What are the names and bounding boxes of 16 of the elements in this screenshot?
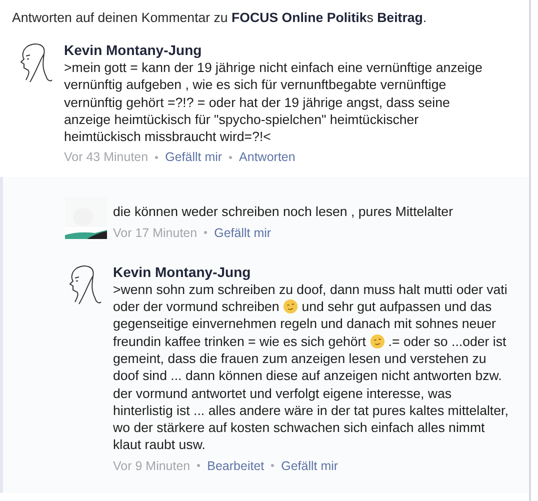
action-link[interactable]: Antworten [239, 150, 296, 164]
timestamp: Vor 43 Minuten [64, 150, 148, 164]
winking-face-icon [370, 334, 385, 349]
action-link[interactable]: Gefällt mir [281, 458, 338, 473]
winking-face-icon [283, 299, 298, 314]
author-name[interactable]: Kevin Montany-Jung [113, 264, 511, 281]
action-link[interactable]: Gefällt mir [214, 226, 272, 240]
action-link[interactable]: Bearbeitet [207, 458, 264, 473]
comment-text: >mein gott = kann der 19 jährige nicht einfach eine vernünftige anzeige vernünftig aufgeben , wie es sich für vernunftbegabte vernünftige vernünftig gehört =?!? = oder hat der 19 jährige angst, dass seine anzeige heimtückisch für "spycho-spielchen" heimtückischer heimtückisch missbraucht wird=?!< [64, 59, 484, 146]
comment-text: die können weder schreiben noch lesen , pures Mittelalter [113, 203, 454, 221]
timestamp: Vor 9 Minuten [113, 458, 190, 473]
author-name[interactable]: Kevin Montany-Jung [64, 42, 489, 59]
timestamp: Vor 17 Minuten [113, 226, 198, 240]
comment-text: >wenn sohn zum schreiben zu doof, dann muss halt mutti oder vati oder der vormund schreiben und sehr gut aufpassen und das gegenseitige einvernehmen regeln und danach mit sohnes neuer freundin kaffee trinken = wie es sich gehört .= oder so ...oder ist gemeint, dass die frauen zum anzeigen lesen und verstehen zu doof sind ... dann können diese auf anzeigen nicht antworten bzw. der vormund antwortet und verfolgt eigene interesse, was hinterlistig ist ... alles andere wäre in der tat pures kaltes mittelalter, wo der stärkere auf kosten schwachen sich einfach alles nimmt klaut raubt usw. [113, 280, 510, 454]
action-link[interactable]: Gefällt mir [165, 150, 222, 164]
notification-text: Antworten auf deinen Kommentar zu FOCUS Online Politiks Beitrag. [11, 9, 428, 26]
